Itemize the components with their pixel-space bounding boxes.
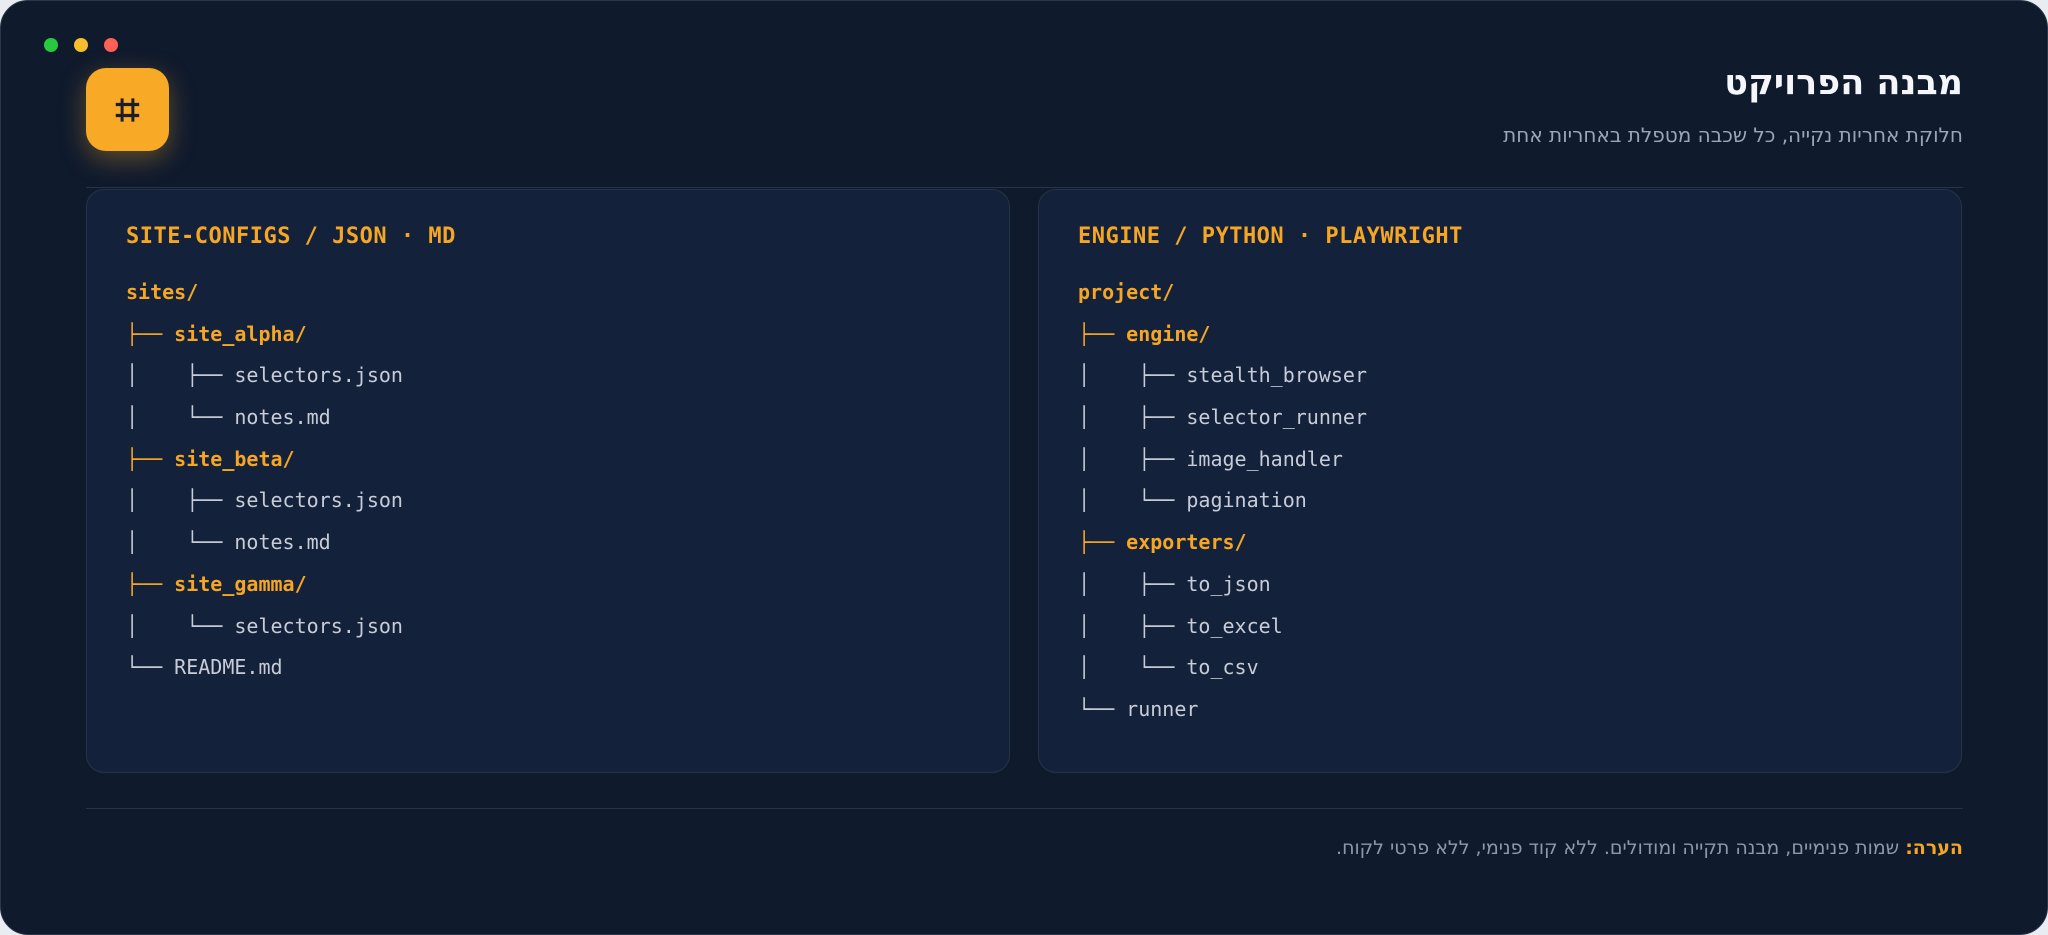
tree-file[interactable]: │ └── to_csv <box>1078 652 1367 694</box>
tree-folder[interactable]: ├── site_beta/ <box>126 444 403 486</box>
page-title: מבנה הפרויקט <box>1724 63 1963 103</box>
tree-branch: ├── <box>126 446 175 471</box>
file-name: to_csv <box>1186 655 1259 680</box>
tree-branch: │ ├── <box>126 363 235 388</box>
footer-note: הערה: שמות פנימיים, מבנה תקייה ומודולים.… <box>1336 837 1963 859</box>
file-name: notes.md <box>234 530 331 555</box>
tree-branch: ├── <box>126 321 175 346</box>
tree-file[interactable]: │ └── pagination <box>1078 485 1367 527</box>
tree-branch: │ ├── <box>1078 613 1187 638</box>
app-window: ⌗ מבנה הפרויקט חלוקת אחריות נקייה, כל שכ… <box>0 0 2048 935</box>
note-text: שמות פנימיים, מבנה תקייה ומודולים. ללא ק… <box>1336 837 1906 859</box>
tree-folder[interactable]: ├── engine/ <box>1078 319 1367 361</box>
folder-name: sites/ <box>126 280 199 304</box>
file-name: runner <box>1126 696 1199 721</box>
divider-bottom <box>86 808 1963 809</box>
tree-branch: │ └── <box>1078 488 1187 513</box>
panel-engine: ENGINE / PYTHON · PLAYWRIGHT project/ ├──… <box>1038 189 1962 773</box>
divider-top <box>86 187 1963 188</box>
tree-file[interactable]: └── runner <box>1078 694 1367 736</box>
tree-branch: │ ├── <box>1078 363 1187 388</box>
tree-branch: ├── <box>1078 530 1127 555</box>
tree-folder[interactable]: ├── exporters/ <box>1078 527 1367 569</box>
tree-branch: │ └── <box>126 530 235 555</box>
window-dot-yellow[interactable] <box>74 38 88 52</box>
file-name: selectors.json <box>234 363 403 388</box>
tree-file[interactable]: │ ├── selectors.json <box>126 360 403 402</box>
tree-branch: │ ├── <box>1078 571 1187 596</box>
tree-file[interactable]: │ ├── to_json <box>1078 569 1367 611</box>
file-name: selectors.json <box>234 488 403 513</box>
file-name: stealth_browser <box>1186 363 1367 388</box>
panel-title: SITE-CONFIGS / JSON · MD <box>126 224 456 249</box>
tree-file[interactable]: │ └── notes.md <box>126 402 403 444</box>
file-name: image_handler <box>1186 446 1343 471</box>
tree-branch: │ └── <box>1078 655 1187 680</box>
file-tree: sites/├── site_alpha/│ ├── selectors.jso… <box>126 277 403 694</box>
tree-file[interactable]: │ ├── selectors.json <box>126 485 403 527</box>
tree-file[interactable]: │ ├── stealth_browser <box>1078 360 1367 402</box>
tree-file[interactable]: │ ├── selector_runner <box>1078 402 1367 444</box>
tree-branch: ├── <box>1078 321 1127 346</box>
folder-name: engine/ <box>1126 321 1211 346</box>
file-name: to_excel <box>1186 613 1283 638</box>
file-name: pagination <box>1186 488 1307 513</box>
window-dot-red[interactable] <box>104 38 118 52</box>
folder-name: project/ <box>1078 280 1175 304</box>
tree-branch: └── <box>126 655 175 680</box>
file-name: selector_runner <box>1186 405 1367 430</box>
tree-branch: └── <box>1078 696 1127 721</box>
tree-branch: │ └── <box>126 405 235 430</box>
tree-branch: │ ├── <box>126 488 235 513</box>
file-name: selectors.json <box>234 613 403 638</box>
tree-folder[interactable]: ├── site_alpha/ <box>126 319 403 361</box>
folder-name: site_alpha/ <box>174 321 307 346</box>
window-controls <box>44 38 118 52</box>
tree-branch: │ └── <box>126 613 235 638</box>
tree-file[interactable]: └── README.md <box>126 652 403 694</box>
tree-folder[interactable]: project/ <box>1078 277 1367 319</box>
window-dot-green[interactable] <box>44 38 58 52</box>
file-name: notes.md <box>234 405 331 430</box>
tree-branch: │ ├── <box>1078 446 1187 471</box>
tree-folder[interactable]: sites/ <box>126 277 403 319</box>
page-subtitle: חלוקת אחריות נקייה, כל שכבה מטפלת באחריו… <box>1503 123 1963 147</box>
panel-title: ENGINE / PYTHON · PLAYWRIGHT <box>1078 224 1463 249</box>
tree-branch: ├── <box>126 571 175 596</box>
hash-icon: ⌗ <box>86 68 169 151</box>
tree-folder[interactable]: ├── site_gamma/ <box>126 569 403 611</box>
file-name: README.md <box>174 655 283 680</box>
tree-file[interactable]: │ ├── to_excel <box>1078 611 1367 653</box>
folder-name: site_gamma/ <box>174 571 307 596</box>
tree-file[interactable]: │ ├── image_handler <box>1078 444 1367 486</box>
folder-name: site_beta/ <box>174 446 295 471</box>
note-label: הערה: <box>1905 837 1963 859</box>
tree-file[interactable]: │ └── notes.md <box>126 527 403 569</box>
folder-name: exporters/ <box>1126 530 1247 555</box>
file-tree: project/├── engine/│ ├── stealth_browser… <box>1078 277 1367 736</box>
file-name: to_json <box>1186 571 1271 596</box>
tree-file[interactable]: │ └── selectors.json <box>126 611 403 653</box>
panel-site-configs: SITE-CONFIGS / JSON · MD sites/ ├── site_… <box>86 189 1010 773</box>
tree-branch: │ ├── <box>1078 405 1187 430</box>
